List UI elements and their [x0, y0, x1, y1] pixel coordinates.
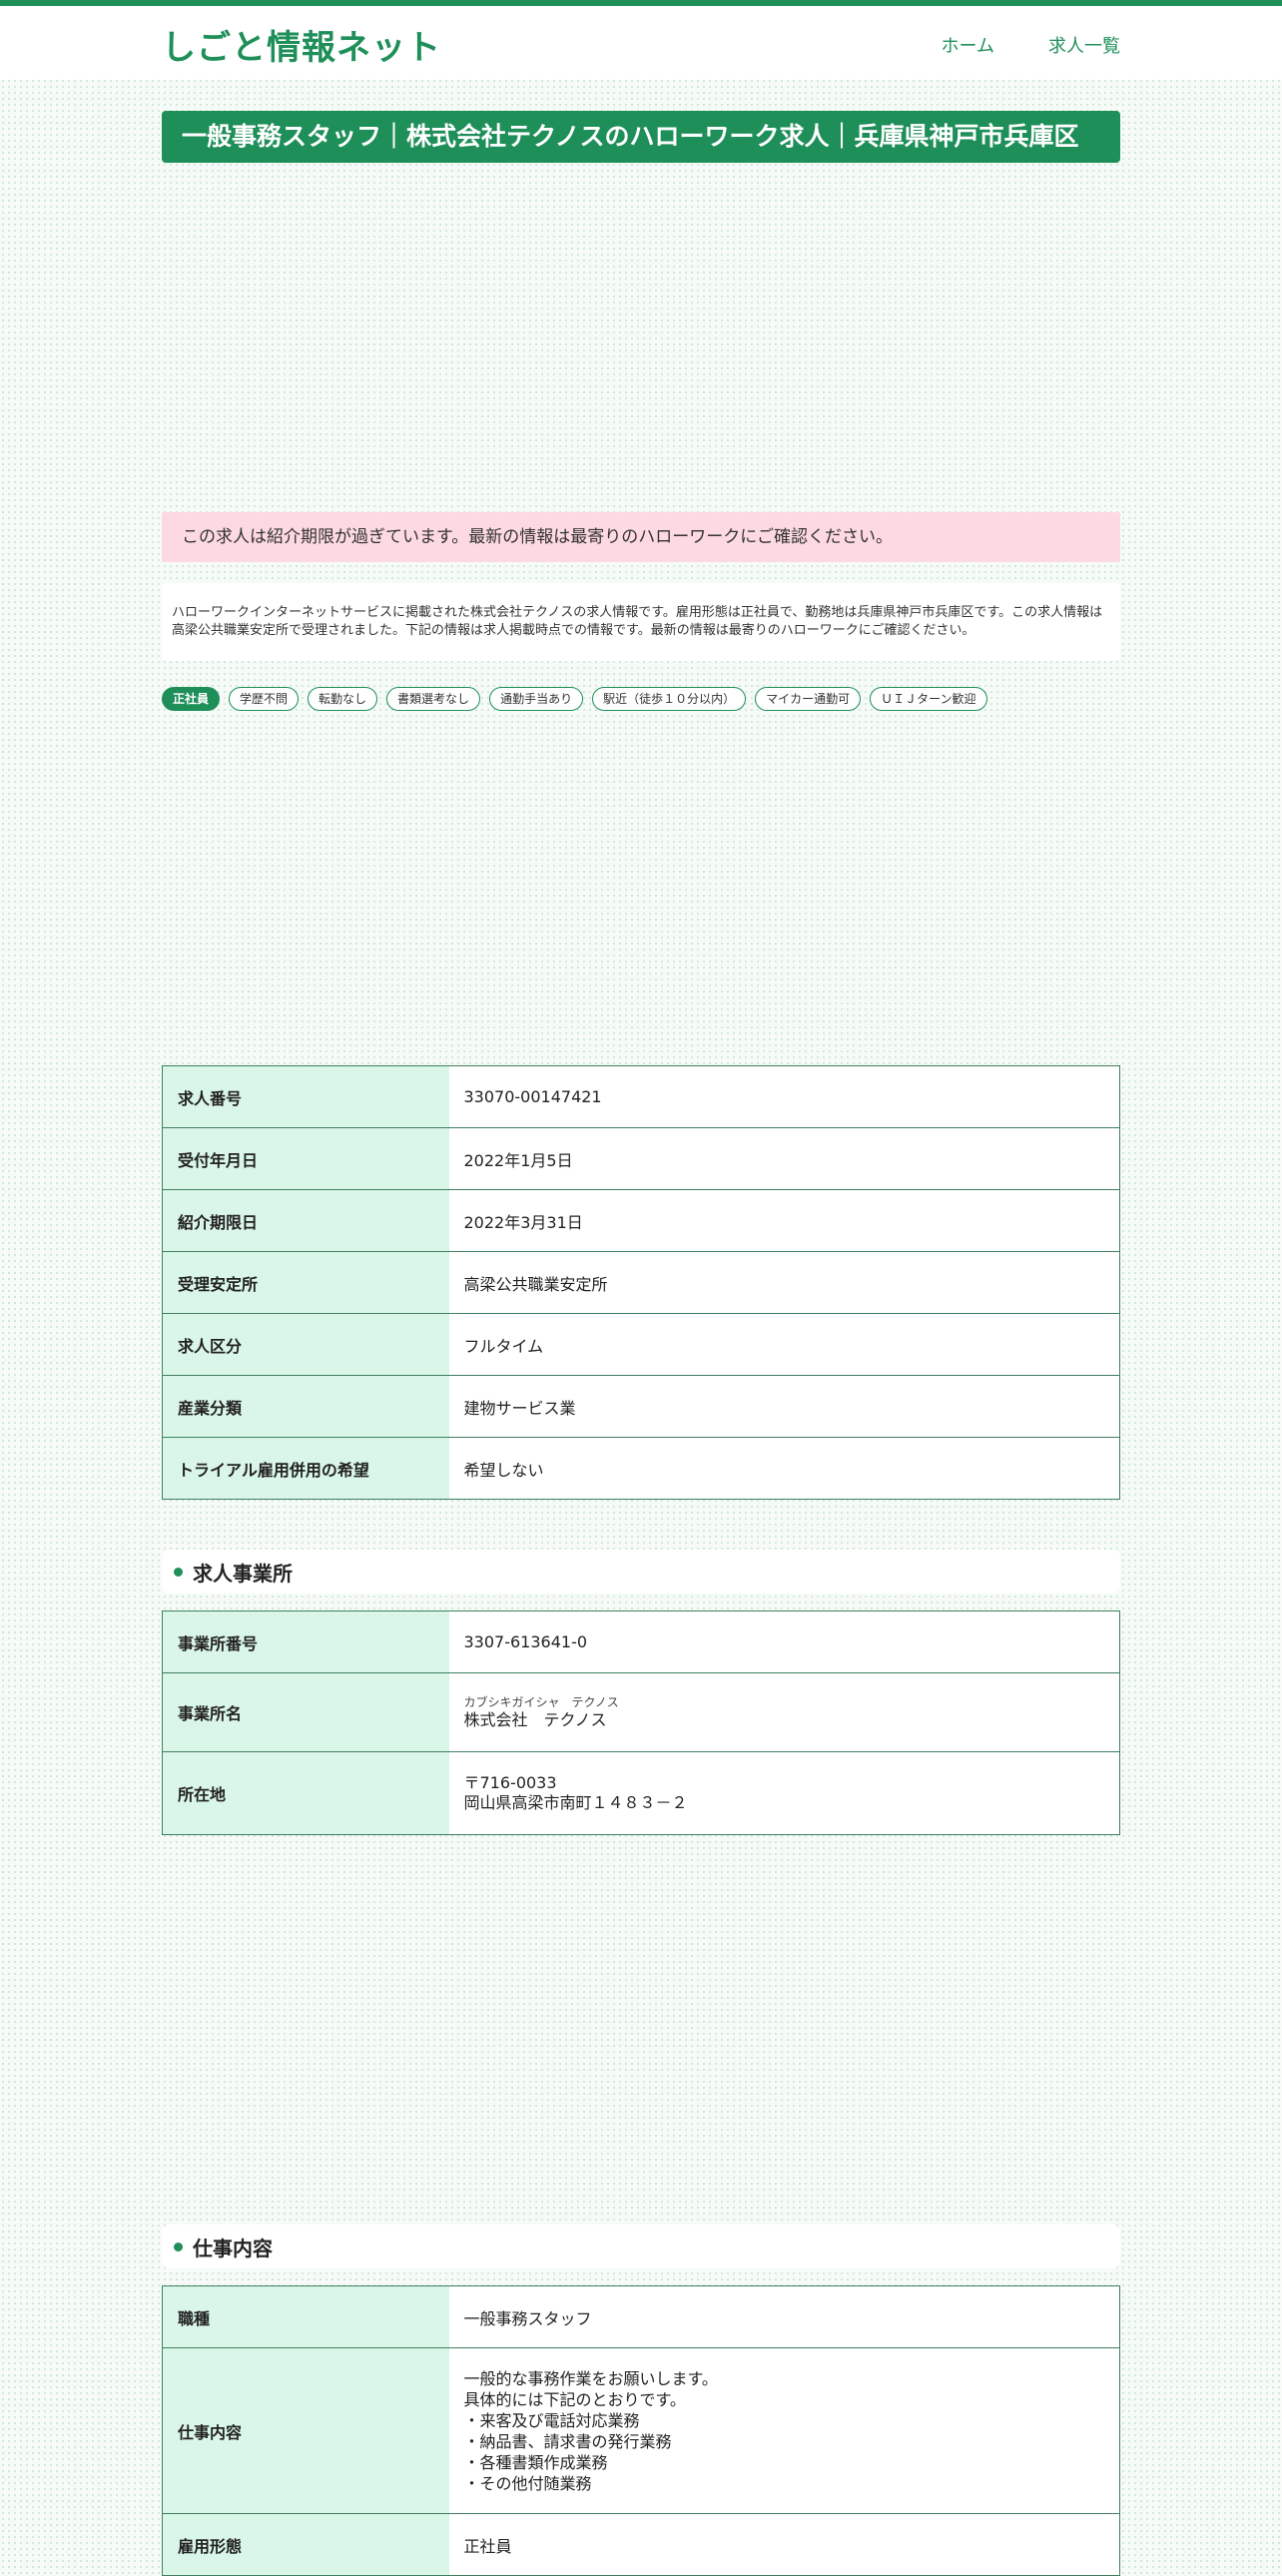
table-row: 受理安定所 高梁公共職業安定所: [162, 1251, 1120, 1314]
table-row: トライアル雇用併用の希望 希望しない: [162, 1437, 1120, 1500]
row-value: 建物サービス業: [448, 1375, 1120, 1438]
job-content-line: ・来客及び電話対応業務: [463, 2410, 640, 2430]
row-label: 求人区分: [162, 1313, 449, 1376]
tag-item: マイカー通勤可: [755, 687, 862, 711]
intro-text: ハローワークインターネットサービスに掲載された株式会社テクノスの求人情報です。雇…: [162, 583, 1120, 661]
row-label: トライアル雇用併用の希望: [162, 1437, 449, 1500]
nav-job-list-link[interactable]: 求人一覧: [1048, 32, 1120, 58]
summary-table-wrap: 求人番号 33070-00147421 受付年月日 2022年1月5日 紹介期限日 2…: [162, 1065, 1120, 1500]
tag-item: 学歴不問: [229, 687, 300, 711]
row-label: 雇用形態: [162, 2513, 449, 2576]
table-row: 産業分類 建物サービス業: [162, 1375, 1120, 1438]
row-label: 事業所名: [162, 1672, 449, 1752]
employment-type: 正社員: [448, 2513, 1120, 2576]
row-value: 2022年1月5日: [448, 1127, 1120, 1190]
table-row: 事業所番号 3307-613641-0: [162, 1610, 1120, 1673]
row-label: 受付年月日: [162, 1127, 449, 1190]
table-row: 所在地 〒716-0033 岡山県高梁市南町１４８３－２: [162, 1751, 1120, 1835]
row-label: 仕事内容: [162, 2347, 449, 2514]
page-title: 一般事務スタッフ｜株式会社テクノスのハローワーク求人｜兵庫県神戸市兵庫区: [162, 111, 1120, 163]
row-label: 紹介期限日: [162, 1189, 449, 1252]
section-title: 求人事業所: [193, 1561, 293, 1586]
job-section-heading: 仕事内容: [162, 2225, 1120, 2268]
job-content-line: ・その他付随業務: [463, 2473, 592, 2493]
table-row: 雇用形態 正社員: [162, 2513, 1120, 2576]
job-content-line: ・納品書、請求書の発行業務: [463, 2431, 672, 2451]
row-label: 求人番号: [162, 1065, 449, 1128]
row-value: フルタイム: [448, 1313, 1120, 1376]
table-row: 職種 一般事務スタッフ: [162, 2285, 1120, 2348]
row-label: 受理安定所: [162, 1251, 449, 1314]
table-row: 紹介期限日 2022年3月31日: [162, 1189, 1120, 1252]
employer-table: 事業所番号 3307-613641-0 事業所名 カブシキガイシャ テクノス 株…: [162, 1610, 1120, 1835]
tag-item: 書類選考なし: [386, 687, 481, 711]
row-label: 職種: [162, 2285, 449, 2348]
row-value: 高梁公共職業安定所: [448, 1251, 1120, 1314]
job-content-line: 具体的には下記のとおりです。: [463, 2389, 686, 2409]
tag-item: 転勤なし: [308, 687, 378, 711]
job-content-cell: 一般的な事務作業をお願いします。 具体的には下記のとおりです。 ・来客及び電話対…: [448, 2347, 1120, 2514]
table-row: 求人区分 フルタイム: [162, 1313, 1120, 1376]
tag-item: 駅近（徒歩１０分以内）: [592, 687, 747, 711]
row-value: 希望しない: [448, 1437, 1120, 1500]
row-value: 33070-00147421: [448, 1065, 1120, 1128]
tag-item: 通勤手当あり: [489, 687, 584, 711]
table-row: 求人番号 33070-00147421: [162, 1065, 1120, 1128]
job-table: 職種 一般事務スタッフ 仕事内容 一般的な事務作業をお願いします。 具体的には下…: [162, 2285, 1120, 2576]
table-row: 事業所名 カブシキガイシャ テクノス 株式会社 テクノス: [162, 1672, 1120, 1752]
nav-home-link[interactable]: ホーム: [942, 32, 994, 58]
site-logo[interactable]: しごと情報ネット: [162, 20, 441, 69]
job-content-line: 一般的な事務作業をお願いします。: [463, 2368, 718, 2388]
address: 岡山県高梁市南町１４８３－２: [463, 1793, 688, 1812]
table-row: 受付年月日 2022年1月5日: [162, 1127, 1120, 1190]
employer-table-wrap: 事業所番号 3307-613641-0 事業所名 カブシキガイシャ テクノス 株…: [162, 1610, 1120, 1835]
table-row: 仕事内容 一般的な事務作業をお願いします。 具体的には下記のとおりです。 ・来客…: [162, 2347, 1120, 2514]
employer-section-heading: 求人事業所: [162, 1550, 1120, 1594]
row-label: 産業分類: [162, 1375, 449, 1438]
office-name-kana: カブシキガイシャ テクノス: [463, 1695, 619, 1709]
summary-table: 求人番号 33070-00147421 受付年月日 2022年1月5日 紹介期限日 2…: [162, 1065, 1120, 1500]
site-header: しごと情報ネット ホーム 求人一覧: [0, 6, 1282, 80]
row-label: 事業所番号: [162, 1610, 449, 1673]
bullet-dot-icon: [174, 1567, 183, 1577]
postal-code: 〒716-0033: [463, 1773, 557, 1792]
office-name-cell: カブシキガイシャ テクノス 株式会社 テクノス: [448, 1672, 1120, 1752]
tag-list: 正社員 学歴不問 転勤なし 書類選考なし 通勤手当あり 駅近（徒歩１０分以内） …: [162, 687, 1120, 711]
expired-notice: この求人は紹介期限が過ぎています。最新の情報は最寄りのハローワークにご確認くださ…: [162, 512, 1120, 562]
bullet-dot-icon: [174, 2242, 183, 2252]
office-name: 株式会社 テクノス: [463, 1710, 607, 1729]
office-number: 3307-613641-0: [448, 1610, 1120, 1673]
section-title: 仕事内容: [193, 2236, 273, 2260]
job-content-line: ・各種書類作成業務: [463, 2452, 608, 2472]
address-cell: 〒716-0033 岡山県高梁市南町１４８３－２: [448, 1751, 1120, 1835]
main-nav: ホーム 求人一覧: [942, 32, 1120, 58]
row-label: 所在地: [162, 1751, 449, 1835]
job-table-wrap: 職種 一般事務スタッフ 仕事内容 一般的な事務作業をお願いします。 具体的には下…: [162, 2285, 1120, 2576]
tag-item: ＵＩＪターン歓迎: [870, 687, 987, 711]
occupation: 一般事務スタッフ: [448, 2285, 1120, 2348]
row-value: 2022年3月31日: [448, 1189, 1120, 1252]
tag-employment-type: 正社員: [162, 687, 221, 711]
